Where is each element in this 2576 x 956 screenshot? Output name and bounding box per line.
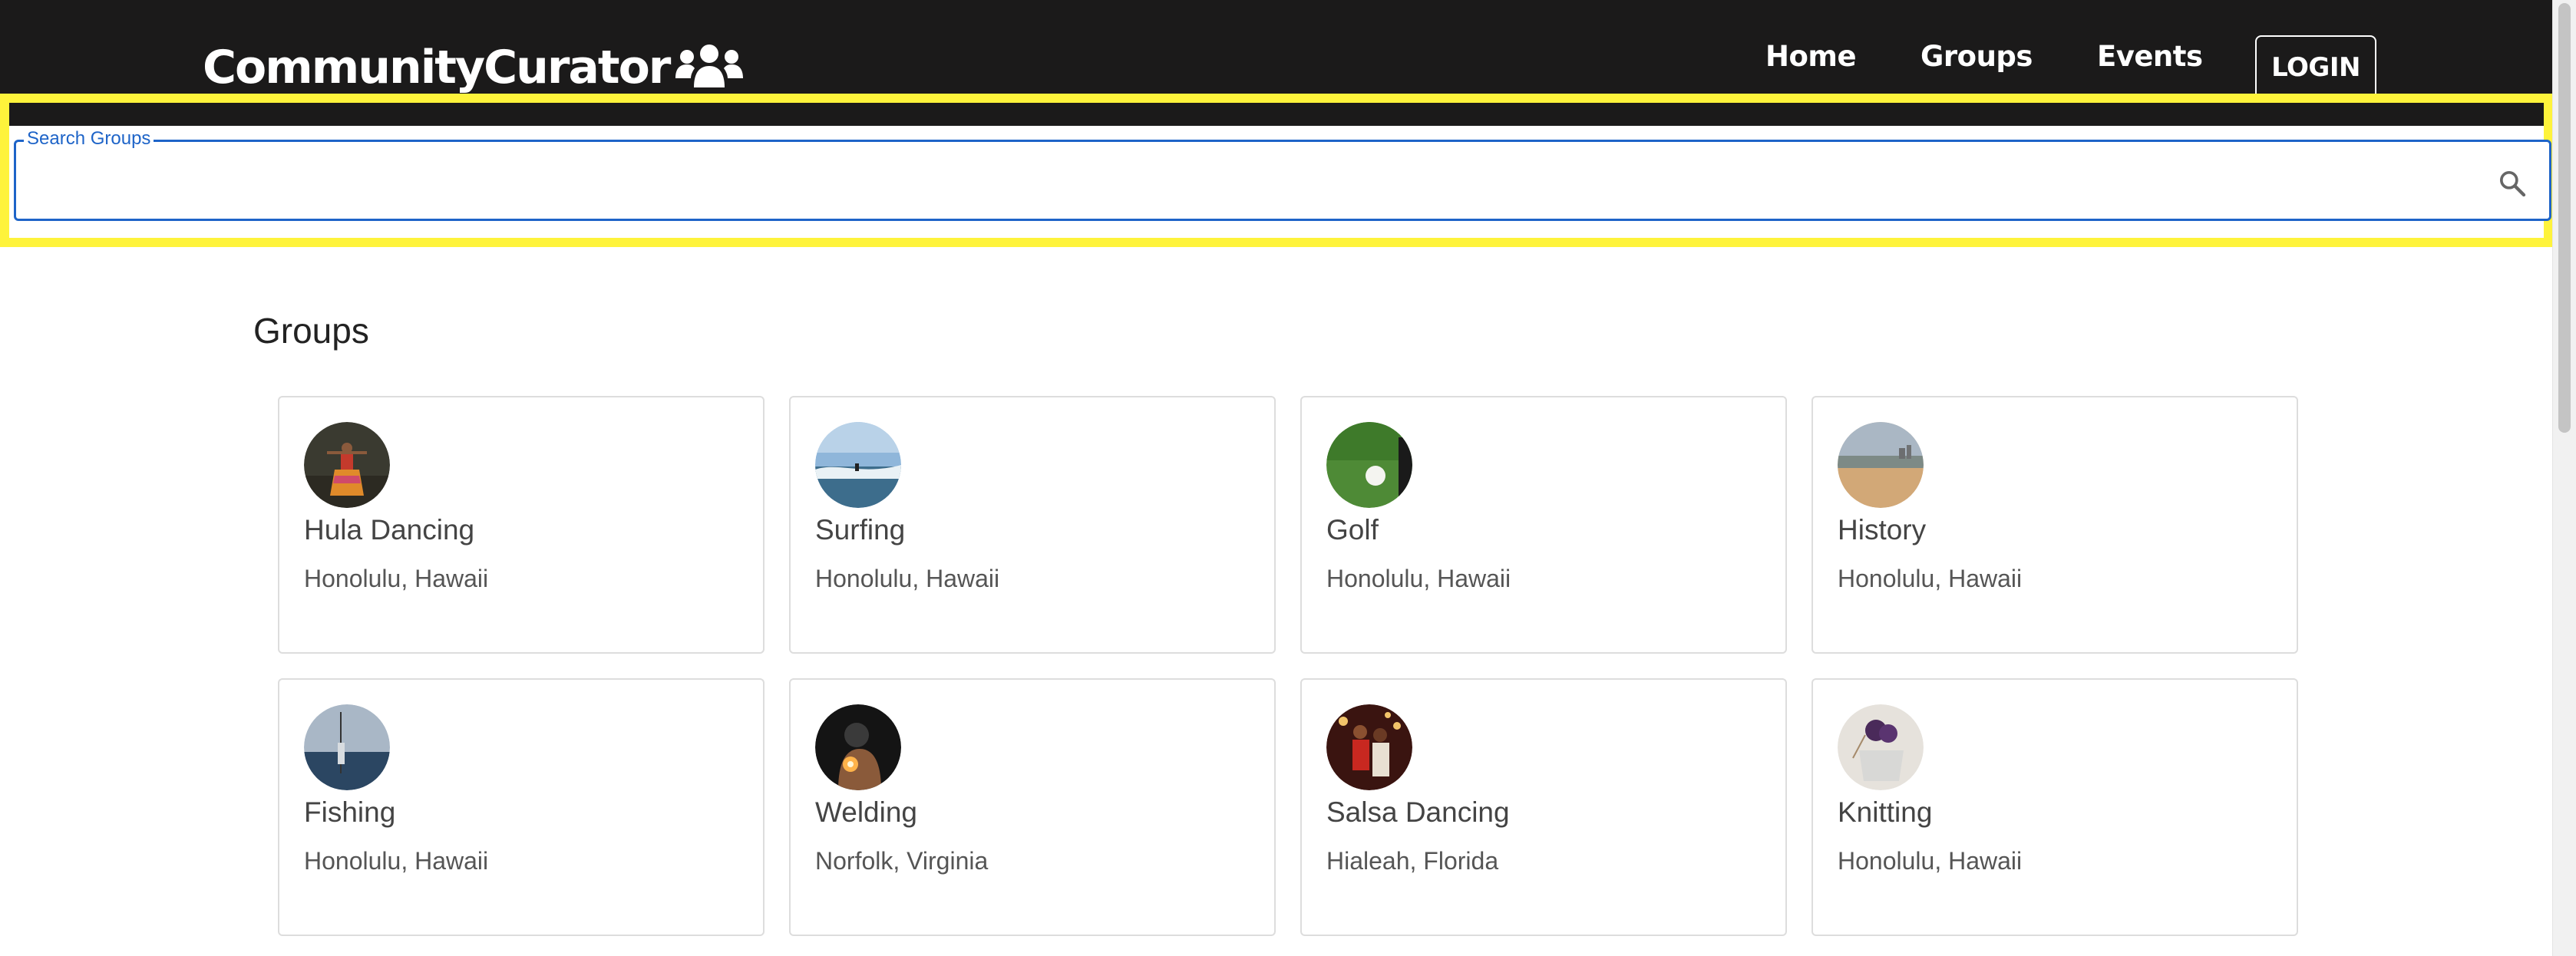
brand-name: CommunityCurator — [203, 41, 671, 94]
group-card[interactable]: Surfing Honolulu, Hawaii — [789, 396, 1276, 654]
group-name: History — [1838, 514, 1927, 546]
group-location: Norfolk, Virginia — [815, 847, 989, 875]
search-input[interactable] — [28, 157, 2472, 205]
people-group-icon — [675, 45, 744, 87]
vertical-scrollbar[interactable] — [2552, 0, 2576, 956]
group-location: Honolulu, Hawaii — [1838, 565, 2023, 592]
group-avatar — [304, 422, 390, 508]
group-name: Golf — [1326, 514, 1379, 546]
group-card[interactable]: Fishing Honolulu, Hawaii — [278, 678, 765, 936]
group-avatar — [815, 704, 901, 790]
group-avatar — [1326, 704, 1412, 790]
group-card[interactable]: Golf Honolulu, Hawaii — [1300, 396, 1787, 654]
group-card[interactable]: Knitting Honolulu, Hawaii — [1811, 678, 2298, 936]
group-avatar — [1326, 422, 1412, 508]
search-label: Search Groups — [24, 128, 154, 150]
group-location: Hialeah, Florida — [1326, 847, 1499, 875]
group-card[interactable]: Hula Dancing Honolulu, Hawaii — [278, 396, 765, 654]
group-name: Salsa Dancing — [1326, 796, 1510, 828]
group-avatar — [1838, 422, 1924, 508]
group-location: Honolulu, Hawaii — [304, 565, 489, 592]
search-highlight-box: Search Groups — [0, 94, 2553, 247]
search-icon[interactable] — [2497, 168, 2528, 199]
group-name: Fishing — [304, 796, 396, 828]
login-button[interactable]: LOGIN — [2255, 35, 2376, 100]
group-card[interactable]: Salsa Dancing Hialeah, Florida — [1300, 678, 1787, 936]
group-location: Honolulu, Hawaii — [304, 847, 489, 875]
group-avatar — [1838, 704, 1924, 790]
group-avatar — [815, 422, 901, 508]
main-nav: Home Groups Events — [1765, 40, 2267, 73]
group-name: Surfing — [815, 514, 906, 546]
group-name: Welding — [815, 796, 918, 828]
group-location: Honolulu, Hawaii — [1326, 565, 1511, 592]
navbar-overlap-strip — [9, 103, 2544, 126]
group-card[interactable]: History Honolulu, Hawaii — [1811, 396, 2298, 654]
group-name: Knitting — [1838, 796, 1933, 828]
groups-grid: Hula Dancing Honolulu, Hawaii Surfing Ho… — [278, 396, 2298, 936]
nav-groups-link[interactable]: Groups — [1920, 40, 2033, 73]
search-field[interactable]: Search Groups — [14, 128, 2551, 221]
nav-events-link[interactable]: Events — [2097, 40, 2203, 73]
group-avatar — [304, 704, 390, 790]
group-card[interactable]: Welding Norfolk, Virginia — [789, 678, 1276, 936]
scrollbar-thumb[interactable] — [2558, 3, 2571, 433]
group-name: Hula Dancing — [304, 514, 475, 546]
brand-logo[interactable]: CommunityCurator — [203, 37, 745, 98]
group-location: Honolulu, Hawaii — [815, 565, 1000, 592]
page-title: Groups — [253, 311, 369, 351]
nav-home-link[interactable]: Home — [1765, 40, 1857, 73]
group-location: Honolulu, Hawaii — [1838, 847, 2023, 875]
